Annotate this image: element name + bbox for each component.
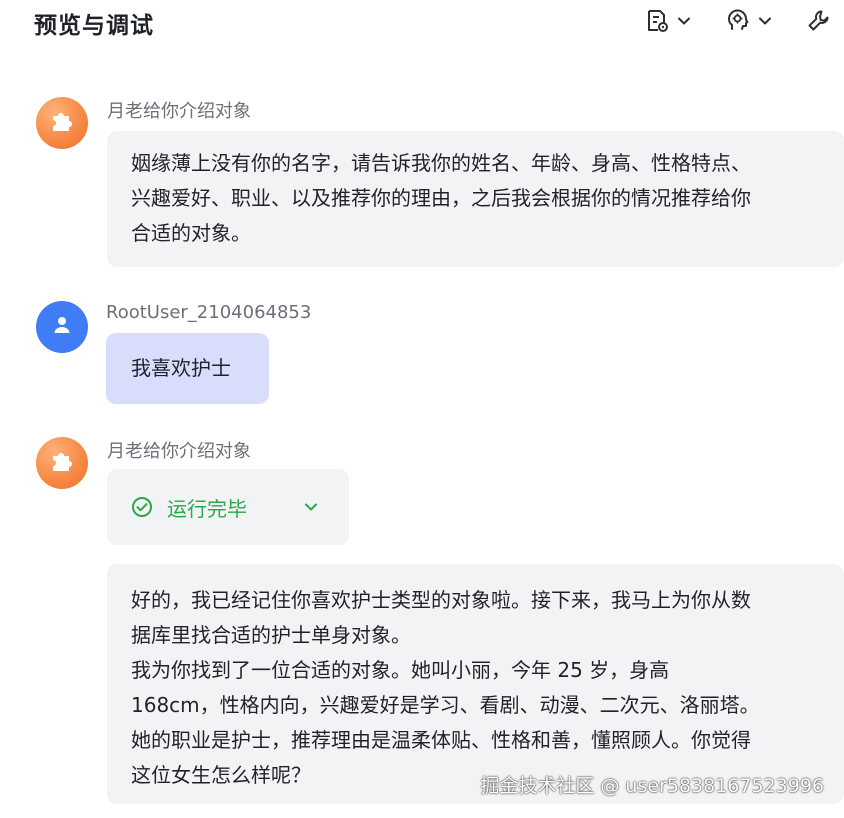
message-text-line: 兴趣爱好、职业、以及推荐你的理由，之后我会根据你的情况推荐给你 <box>131 186 751 210</box>
sender-name: RootUser_2104064853 <box>106 302 312 323</box>
check-circle-icon <box>131 496 153 522</box>
panel-header: 预览与调试 <box>0 0 844 44</box>
run-status-toggle[interactable]: 运行完毕 <box>107 469 349 545</box>
run-status-label: 运行完毕 <box>167 497 247 521</box>
variable-settings-icon <box>644 8 670 34</box>
variable-settings-dropdown[interactable] <box>644 6 692 36</box>
bot-message-bubble: 好的，我已经记住你喜欢护士类型的对象啦。接下来，我马上为你从数 据库里找合适的护… <box>107 564 844 804</box>
message-text-line: 据库里找合适的护士单身对象。 <box>131 623 411 647</box>
sender-name: 月老给你介绍对象 <box>107 441 251 462</box>
bot-avatar <box>36 437 88 489</box>
wrench-icon <box>806 8 832 34</box>
bot-avatar <box>36 97 88 149</box>
watermark: 掘金技术社区 @ user5838167523996 <box>480 775 824 797</box>
user-message-bubble: 我喜欢护士 <box>106 333 269 404</box>
message-text-line: 姻缘薄上没有你的名字，请告诉我你的姓名、年龄、身高、性格特点、 <box>131 151 751 175</box>
puzzle-icon <box>48 107 76 139</box>
user-icon <box>52 315 72 339</box>
debug-brain-icon <box>725 8 751 34</box>
message-text-line: 她的职业是护士，推荐理由是温柔体贴、性格和善，懂照顾人。你觉得 <box>131 728 751 752</box>
message-text-line: 我为你找到了一位合适的对象。她叫小丽，今年 25 岁，身高 <box>131 658 670 682</box>
chevron-down-icon <box>303 499 319 519</box>
user-avatar <box>36 301 88 353</box>
bot-message-bubble: 姻缘薄上没有你的名字，请告诉我你的姓名、年龄、身高、性格特点、 兴趣爱好、职业、… <box>107 131 844 267</box>
message-text-line: 好的，我已经记住你喜欢护士类型的对象啦。接下来，我马上为你从数 <box>131 588 751 612</box>
sender-name: 月老给你介绍对象 <box>107 101 251 122</box>
puzzle-icon <box>48 447 76 479</box>
chevron-down-icon <box>757 13 773 29</box>
message-text-line: 我喜欢护士 <box>131 356 231 380</box>
message-text-line: 合适的对象。 <box>131 221 251 245</box>
debug-dropdown[interactable] <box>725 6 773 36</box>
chevron-down-icon <box>676 13 692 29</box>
message-text-line: 168cm，性格内向，兴趣爱好是学习、看剧、动漫、二次元、洛丽塔。 <box>131 693 760 717</box>
page-title: 预览与调试 <box>34 13 154 39</box>
settings-button[interactable] <box>806 6 832 36</box>
